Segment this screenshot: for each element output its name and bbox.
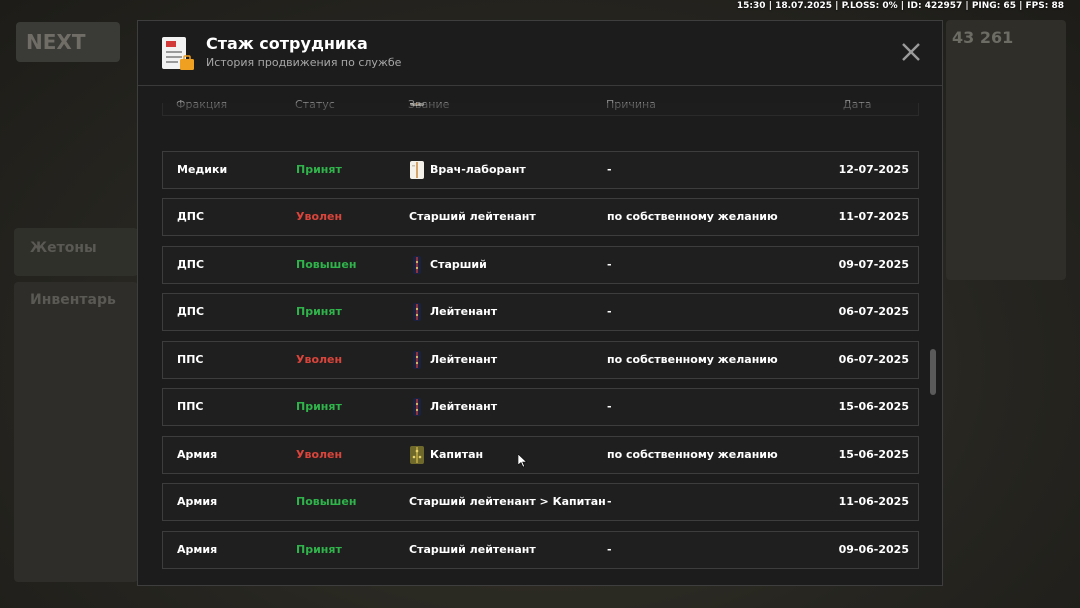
row-status: Принят [296,305,342,318]
row-date: 06-07-2025 [838,353,909,366]
police-shoulder-strap-icon [409,255,430,275]
row-rank-label: Старший лейтенант [409,543,536,556]
balance-value: 43 261 [952,28,1014,47]
row-rank-label: Врач-лаборант [430,103,526,115]
row-rank: Лейтенант [409,342,497,378]
row-rank-label: Старший [430,258,487,271]
server-logo: NEXT [16,22,120,62]
police-shoulder-strap-icon [409,302,430,322]
table-row[interactable]: ППС Уволен Лейтенант по собственному желани… [162,341,919,379]
row-status: Повышен [296,258,357,271]
document-briefcase-icon [162,37,194,70]
row-faction: ДПС [177,258,205,271]
row-rank: Лейтенант [409,294,497,330]
row-rank: Врач-лаборант [409,152,526,188]
police-shoulder-strap-icon [409,350,430,370]
row-faction: Медики [177,103,227,115]
table-row[interactable]: Армия Принят Старший лейтенант - 09-06-2025 [162,531,919,569]
row-faction: ППС [177,400,204,413]
row-reason: по собственному желанию [607,103,778,115]
service-history-list[interactable]: Медики Уволен Врач-лаборант по собственному… [162,103,919,585]
row-status: Уволен [296,448,343,461]
row-reason: - [607,543,612,556]
army-shoulder-strap-icon [409,445,430,465]
scrollbar-thumb[interactable] [930,349,936,395]
table-row[interactable]: Армия Повышен Старший лейтенант > Капитан -… [162,483,919,521]
close-icon[interactable] [900,41,922,63]
row-reason: - [607,400,612,413]
row-rank: Старший лейтенант [409,532,536,568]
table-row[interactable]: ДПС Уволен Старший лейтенант по собственном… [162,198,919,236]
row-status: Уволен [296,353,343,366]
row-status: Повышен [296,495,357,508]
row-rank: Старший лейтенант [409,199,536,235]
police-shoulder-strap-icon [409,397,430,417]
modal-title: Стаж сотрудника [206,34,368,53]
row-date: 06-07-2025 [838,305,909,318]
tokens-label: Жетоны [30,240,97,256]
row-faction: ППС [177,353,204,366]
row-faction: Армия [177,495,218,508]
row-rank: Лейтенант [409,389,497,425]
row-rank-label: Старший лейтенант [409,210,536,223]
row-date: 09-07-2025 [838,258,909,271]
row-rank-label: Лейтенант [430,305,498,318]
inventory-panel: Инвентарь [14,282,138,582]
stats-panel [946,20,1066,280]
row-date: 15-06-2025 [838,400,909,413]
row-status: Уволен [296,210,343,223]
table-row[interactable]: Армия Уволен Капитан по собственному желани… [162,436,919,474]
inventory-label: Инвентарь [30,292,116,308]
row-reason: - [607,258,612,271]
modal-header: Стаж сотрудника История продвижения по с… [138,21,942,86]
row-faction: Медики [177,163,228,176]
mouse-cursor-icon [518,454,528,468]
row-reason: - [607,305,612,318]
row-faction: Армия [177,448,218,461]
row-rank: Старший лейтенант > Капитан [409,484,606,520]
row-rank-label: Лейтенант [430,353,498,366]
row-faction: Армия [177,543,218,556]
tokens-panel: Жетоны [14,228,138,276]
row-reason: по собственному желанию [607,210,778,223]
row-reason: по собственному желанию [607,353,778,366]
row-date: 12-07-2025 [839,103,909,115]
row-rank: Врач-лаборант [409,103,526,115]
row-rank-label: Врач-лаборант [430,163,526,176]
table-row[interactable]: ППС Принят Лейтенант - 15-06-2025 [162,388,919,426]
row-date: 09-06-2025 [838,543,909,556]
row-faction: ДПС [177,210,205,223]
row-date: 11-06-2025 [838,495,909,508]
modal-subtitle: История продвижения по службе [206,56,402,69]
row-date: 11-07-2025 [838,210,909,223]
table-row[interactable]: Медики Принят Врач-лаборант - 12-07-2025 [162,151,919,189]
row-status: Уволен [296,103,342,115]
medic-coat-icon [409,103,430,107]
row-date: 15-06-2025 [838,448,909,461]
row-rank: Старший [409,247,487,283]
medic-coat-icon [409,160,430,180]
table-row[interactable]: Медики Уволен Врач-лаборант по собственному… [162,103,919,116]
table-row[interactable]: ДПС Повышен Старший - 09-07-2025 [162,246,919,284]
row-rank-label: Капитан [430,448,484,461]
row-rank: Капитан [409,437,483,473]
row-date: 12-07-2025 [838,163,909,176]
table-row[interactable]: ДПС Принят Лейтенант - 06-07-2025 [162,293,919,331]
row-reason: - [607,163,612,176]
row-status: Принят [296,543,342,556]
row-reason: по собственному желанию [607,448,778,461]
row-status: Принят [296,163,342,176]
hud-status-bar: 15:30 | 18.07.2025 | P.LOSS: 0% | ID: 42… [736,1,1064,11]
row-rank-label: Старший лейтенант > Капитан [409,495,606,508]
row-status: Принят [296,400,342,413]
row-reason: - [607,495,612,508]
row-rank-label: Лейтенант [430,400,498,413]
row-faction: ДПС [177,305,205,318]
employee-service-modal: Стаж сотрудника История продвижения по с… [137,20,943,586]
